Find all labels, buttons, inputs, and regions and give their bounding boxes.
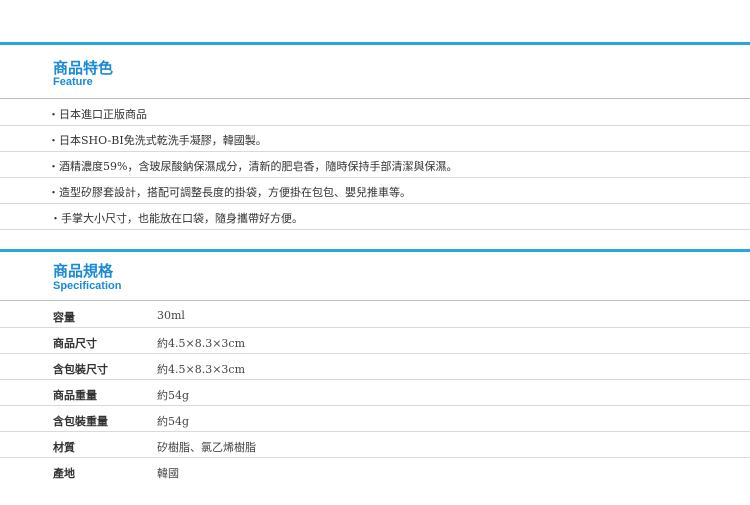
feature-item: ・造型矽膠套設計，搭配可調整長度的掛袋，方便掛在包包、嬰兒推車等。 [48, 186, 411, 199]
spec-label: 含包裝重量 [53, 415, 108, 428]
divider [0, 457, 750, 458]
feature-title: 商品特色 [53, 59, 114, 77]
spec-value: 韓國 [157, 467, 179, 480]
spec-value: 約4.5×8.3×3cm [157, 363, 246, 376]
spec-top-bar [0, 249, 750, 252]
divider [0, 379, 750, 380]
divider [0, 431, 750, 432]
spec-value: 約54g [157, 415, 190, 428]
spec-value: 約4.5×8.3×3cm [157, 337, 246, 350]
spec-value: 約54g [157, 389, 190, 402]
spec-value: 30ml [157, 309, 185, 322]
divider [0, 151, 750, 152]
feature-header-divider [0, 98, 750, 99]
feature-item: ・日本進口正版商品 [48, 108, 147, 121]
feature-item: ・日本SHO-BI免洗式乾洗手凝膠，韓國製。 [48, 134, 267, 147]
feature-item: ・手掌大小尺寸，也能放在口袋，隨身攜帶好方便。 [50, 212, 303, 225]
spec-label: 材質 [53, 441, 75, 454]
divider [0, 327, 750, 328]
feature-top-bar [0, 42, 750, 45]
divider [0, 177, 750, 178]
spec-header-divider [0, 300, 750, 301]
spec-label: 容量 [53, 311, 75, 324]
divider [0, 353, 750, 354]
spec-label: 產地 [53, 467, 75, 480]
divider [0, 405, 750, 406]
spec-label: 商品尺寸 [53, 337, 97, 350]
spec-subtitle: Specification [53, 280, 122, 292]
divider [0, 125, 750, 126]
feature-item: ・酒精濃度59%，含玻尿酸鈉保濕成分，清新的肥皂香，隨時保持手部清潔與保濕。 [48, 160, 458, 173]
spec-value: 矽樹脂、氯乙烯樹脂 [157, 441, 256, 454]
divider [0, 203, 750, 204]
divider [0, 229, 750, 230]
feature-subtitle: Feature [53, 76, 93, 88]
spec-label: 商品重量 [53, 389, 97, 402]
spec-label: 含包裝尺寸 [53, 363, 108, 376]
spec-title: 商品規格 [53, 262, 114, 280]
